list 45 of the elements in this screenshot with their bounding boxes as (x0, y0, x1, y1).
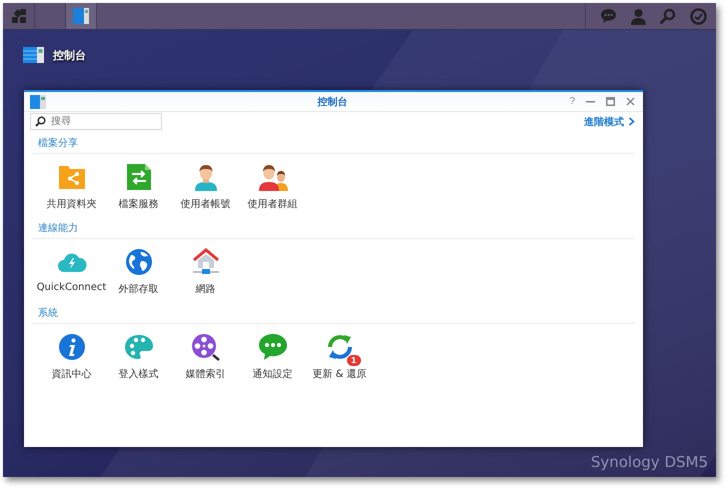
user-group-icon (258, 163, 288, 191)
app-launcher[interactable]: 網路 (172, 247, 239, 296)
search-icon (35, 116, 46, 127)
app-launcher[interactable]: 檔案服務 (105, 162, 172, 211)
grid-icon (10, 8, 26, 24)
chat-icon[interactable] (600, 8, 617, 24)
shortcut-label[interactable]: 控制台 (53, 48, 86, 63)
version-text: DSM5 (664, 453, 708, 471)
app-launcher[interactable]: 共用資料夾 (38, 162, 105, 211)
app-launcher[interactable]: 使用者帳號 (172, 162, 239, 211)
film-reel-icon (190, 333, 220, 361)
app-launcher[interactable]: 1 更新 & 還原 (306, 332, 373, 381)
section-title: 系統 (32, 304, 635, 324)
search-field[interactable]: 搜尋 (30, 113, 162, 130)
app-launcher[interactable]: QuickConnect (38, 247, 105, 296)
control-panel-icon (30, 94, 46, 108)
user-icon (192, 163, 218, 191)
app-launcher[interactable]: 媒體索引 (172, 332, 239, 381)
app-launcher[interactable]: 資訊中心 (38, 332, 105, 381)
palette-icon (124, 334, 154, 360)
close-icon[interactable] (626, 97, 635, 106)
window-title: 控制台 (318, 96, 348, 108)
section-title: 連線能力 (32, 219, 635, 239)
taskbar-app-button[interactable] (65, 3, 97, 29)
info-icon (58, 333, 86, 361)
app-launcher[interactable]: 通知設定 (239, 332, 306, 381)
globe-icon (124, 248, 152, 276)
house-network-icon (192, 248, 220, 276)
chat-bubble-icon (258, 333, 288, 361)
search-icon[interactable] (660, 8, 676, 24)
advanced-mode-link[interactable]: 進階模式 (584, 114, 635, 128)
app-launcher[interactable]: 登入樣式 (105, 332, 172, 381)
maximize-icon[interactable] (606, 97, 615, 106)
section-title: 檔案分享 (32, 134, 635, 154)
control-panel-icon[interactable] (23, 45, 45, 63)
app-launcher[interactable]: 使用者群組 (239, 162, 306, 211)
file-transfer-icon (126, 163, 152, 191)
notification-badge: 1 (346, 355, 360, 366)
app-launcher[interactable]: 外部存取 (105, 247, 172, 296)
brand-text: Synology (590, 453, 660, 471)
gauge-icon[interactable] (690, 8, 707, 24)
chevron-right-icon (628, 117, 635, 126)
user-icon[interactable] (631, 8, 646, 24)
shared-folder-icon (58, 164, 86, 190)
control-panel-icon (72, 7, 90, 25)
